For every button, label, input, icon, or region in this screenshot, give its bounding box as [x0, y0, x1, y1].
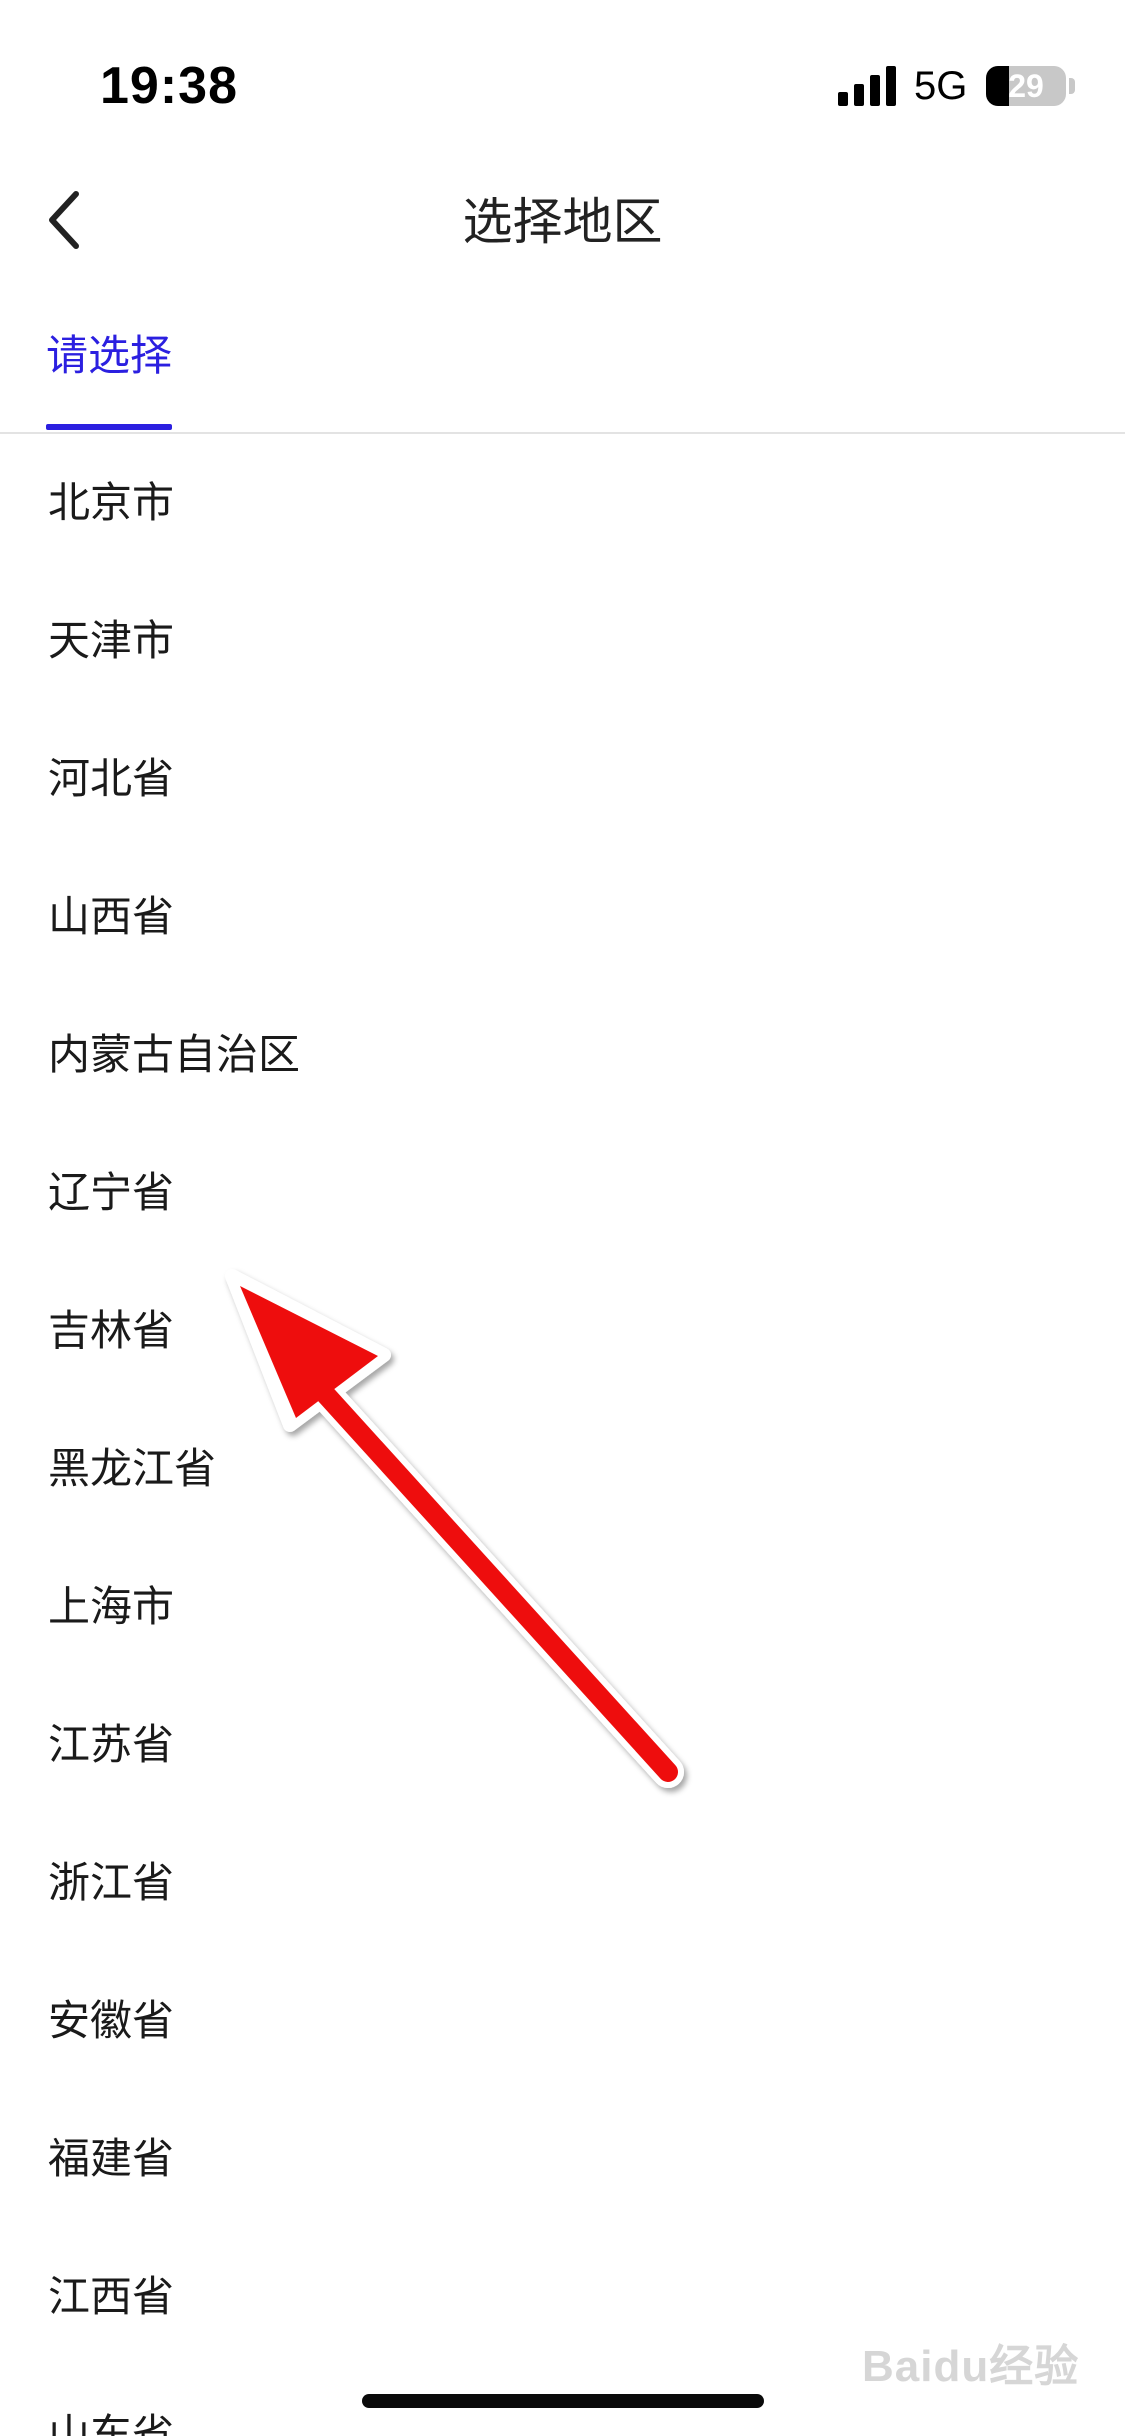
region-list: 北京市 天津市 河北省 山西省 内蒙古自治区 辽宁省 吉林省 黑龙江省 上海市 江苏省 浙江省 安徽省…: [0, 434, 1125, 2436]
region-item[interactable]: 江苏省: [0, 1676, 1125, 1814]
region-item[interactable]: 辽宁省: [0, 1124, 1125, 1262]
tab-underline: [46, 424, 173, 430]
region-item[interactable]: 天津市: [0, 572, 1125, 710]
region-item[interactable]: 上海市: [0, 1538, 1125, 1676]
home-indicator[interactable]: [362, 2394, 764, 2408]
network-type: 5G: [914, 64, 968, 108]
region-item[interactable]: 内蒙古自治区: [0, 986, 1125, 1124]
region-item[interactable]: 吉林省: [0, 1262, 1125, 1400]
tab-please-select[interactable]: 请选择: [46, 310, 173, 430]
battery-icon: 29: [986, 66, 1066, 106]
tab-label: 请选择: [46, 331, 173, 380]
watermark: Baidu经验: [862, 2342, 1080, 2391]
nav-bar: 选择地区: [0, 160, 1125, 270]
status-bar: 19:38 5G 29: [0, 0, 1125, 150]
region-item[interactable]: 黑龙江省: [0, 1400, 1125, 1538]
signal-icon: [838, 66, 896, 106]
region-item[interactable]: 安徽省: [0, 1952, 1125, 2090]
battery-tip: [1069, 78, 1075, 94]
region-item[interactable]: 福建省: [0, 2090, 1125, 2228]
region-item[interactable]: 河北省: [0, 710, 1125, 848]
region-item[interactable]: 山西省: [0, 848, 1125, 986]
region-item[interactable]: 浙江省: [0, 1814, 1125, 1952]
tab-bar: 请选择: [0, 310, 1125, 434]
region-item[interactable]: 北京市: [0, 434, 1125, 572]
page-title: 选择地区: [462, 193, 663, 251]
status-time: 19:38: [100, 57, 238, 115]
battery-level: 29: [1008, 68, 1044, 104]
